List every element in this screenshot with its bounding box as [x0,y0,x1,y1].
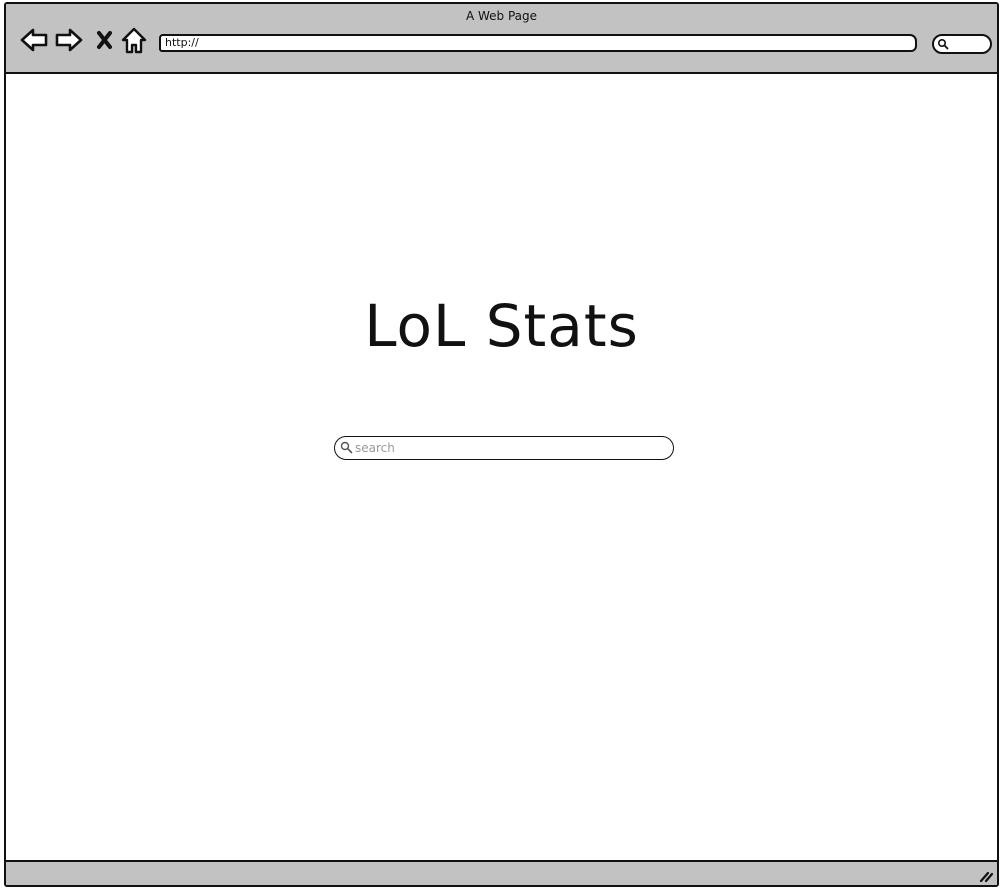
back-arrow-icon [20,28,48,52]
address-bar[interactable]: http:// [159,34,917,52]
page-content: LoL Stats [6,74,997,861]
close-icon [97,31,112,49]
home-icon [121,27,147,54]
browser-toolbar: A Web Page http:// [6,4,997,74]
page-title: LoL Stats [364,292,639,360]
search-field[interactable] [334,436,674,460]
home-button[interactable] [119,25,149,55]
search-icon [937,38,949,50]
search-input[interactable] [355,439,655,456]
stop-button[interactable] [90,25,120,55]
window-title: A Web Page [465,9,538,23]
toolbar-search-field[interactable] [932,34,992,54]
status-bar [6,860,997,885]
back-button[interactable] [19,25,49,55]
resize-grip-icon[interactable] [978,867,994,883]
forward-arrow-icon [55,28,83,52]
forward-button[interactable] [54,25,84,55]
search-icon [340,441,353,454]
browser-window: A Web Page http:// LoL Stats search [4,2,999,887]
